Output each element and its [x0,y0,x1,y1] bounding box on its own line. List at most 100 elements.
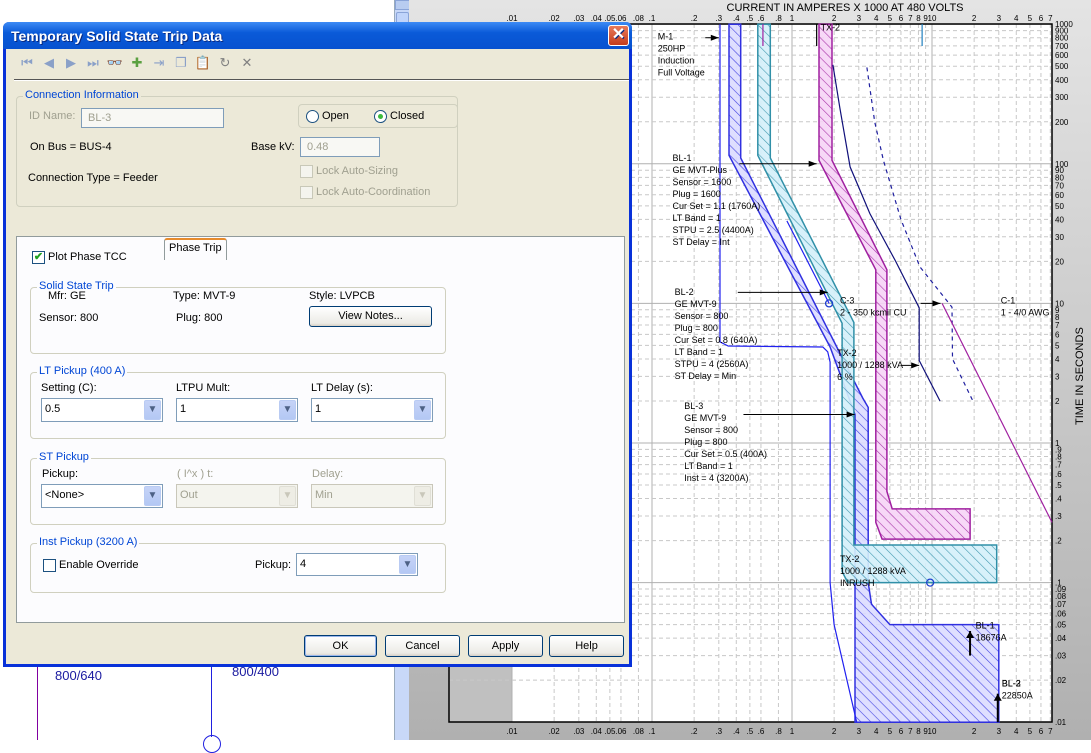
next-record-icon[interactable]: ▶ [62,54,80,72]
chevron-down-icon[interactable]: ▼ [144,486,161,506]
x-tick-label: .2 [691,14,698,23]
x-tick-label: .8 [775,727,782,736]
last-record-icon[interactable]: ⏭ [84,54,102,72]
curve-annotation: BL-3 [1002,679,1021,689]
x-tick-label: 5 [1028,727,1033,736]
previous-record-icon[interactable]: ◀ [40,54,58,72]
x-tick-label: 6 [1039,14,1044,23]
apply-button[interactable]: Apply [468,635,543,657]
dialog-title-bar[interactable]: Temporary Solid State Trip Data ✕ [3,22,632,49]
mfr-text: Mfr: GE [48,290,86,302]
st-pickup-label: Pickup: [42,468,79,480]
x-tick-label: .08 [633,727,645,736]
lock-auto-sizing-label: Lock Auto-Sizing [316,165,398,177]
curve-annotation: STPU = 2.5 (4400A) [672,225,753,235]
x-tick-label: 7 [908,727,913,736]
curve-annotation: C-1 [1001,295,1016,305]
close-icon: ✕ [611,26,626,43]
y-tick-label: .2 [1055,537,1062,546]
x-tick-label: 2 [972,14,977,23]
y-tick-label: 70 [1055,181,1064,190]
y-tick-label: .07 [1055,600,1067,609]
curve-annotation: Cur Set = 1.1 (1760A) [672,201,760,211]
x-tick-label: 1 [790,727,795,736]
x-tick-label: .6 [758,14,765,23]
lock-auto-sizing-checkbox[interactable] [300,165,313,178]
connection-type-text: Connection Type = Feeder [28,172,158,184]
undo-icon[interactable]: ↻ [216,54,234,72]
curve-annotation: 1000 / 1288 kVA [837,360,903,370]
y-tick-label: .6 [1055,470,1062,479]
x-tick-label: 6 [899,14,904,23]
curve-annotation: Induction [658,55,695,65]
add-icon[interactable]: ✚ [128,54,146,72]
delete-icon[interactable]: ✕ [238,54,256,72]
x-tick-label: 10 [928,14,937,23]
chevron-down-icon[interactable]: ▼ [399,555,416,574]
x-tick-label: 2 [832,727,837,736]
inst-pickup-select[interactable]: 4 ▼ [296,553,418,576]
lock-auto-coordination-checkbox[interactable] [300,186,313,199]
x-tick-label: .01 [506,727,518,736]
curve-annotation: 1 - 4/0 AWG [1001,307,1050,317]
curve-annotation: STPU = 4 (2560A) [675,359,749,369]
y-tick-label: 2 [1055,397,1060,406]
curve-annotation: Sensor = 800 [675,311,729,321]
view-notes-button[interactable]: View Notes... [309,306,432,327]
checkmark-icon: ✔ [33,251,44,263]
x-tick-label: .1 [649,14,656,23]
y-tick-label: .03 [1055,652,1067,661]
id-name-field[interactable]: BL-3 [81,108,224,128]
chevron-down-icon[interactable]: ▼ [144,400,161,420]
st-pickup-select[interactable]: <None> ▼ [41,484,163,508]
y-tick-label: .01 [1055,718,1067,727]
tab-phase-trip[interactable]: Phase Trip [164,238,227,260]
plot-phase-tcc-checkbox[interactable]: ✔ [32,251,45,264]
y-tick-label: 50 [1055,202,1064,211]
enable-override-checkbox[interactable] [43,559,56,572]
curve-annotation: Full Voltage [658,67,705,77]
curve-annotation: TX-2 [837,348,857,358]
chevron-down-icon[interactable]: ▼ [279,486,296,506]
x-tick-label: 7 [1048,14,1053,23]
closed-radio[interactable] [374,110,387,123]
type-text: Type: MVT-9 [173,290,236,302]
x-tick-label: .2 [691,727,698,736]
y-tick-label: .3 [1055,512,1062,521]
y-tick-label: 300 [1055,93,1069,102]
close-button[interactable]: ✕ [608,25,629,46]
open-radio[interactable] [306,110,319,123]
curve-annotation: BL-1 [672,153,691,163]
x-tick-label: 4 [874,14,879,23]
curve-annotation: GE MVT-9 [675,299,717,309]
ok-button[interactable]: OK [304,635,377,657]
chevron-down-icon[interactable]: ▼ [414,400,431,420]
ltpu-mult-select[interactable]: 1 ▼ [176,398,298,422]
x-tick-label: 1 [790,14,795,23]
dialog-title: Temporary Solid State Trip Data [11,28,223,44]
plug-text: Plug: 800 [176,312,223,324]
base-kv-field[interactable]: 0.48 [300,137,380,157]
first-record-icon[interactable]: ⏮ [18,54,36,72]
cancel-button[interactable]: Cancel [385,635,460,657]
lt-delay-select[interactable]: 1 ▼ [311,398,433,422]
y-tick-label: 30 [1055,233,1064,242]
copy-icon[interactable]: ❐ [172,54,190,72]
curve-annotation: 250HP [658,43,686,53]
lt-setting-select[interactable]: 0.5 ▼ [41,398,163,422]
chevron-down-icon[interactable]: ▼ [414,486,431,506]
insert-icon[interactable]: ⇥ [150,54,168,72]
lock-auto-coordination-label: Lock Auto-Coordination [316,186,431,198]
help-button[interactable]: Help [549,635,624,657]
lt-setting-label: Setting (C): [41,382,97,394]
st-ixt-select[interactable]: Out ▼ [176,484,298,508]
x-axis-title: CURRENT IN AMPERES X 1000 AT 480 VOLTS [727,2,964,14]
x-tick-label: 6 [899,727,904,736]
binoculars-find-icon[interactable]: 👓 [106,54,124,72]
x-tick-label: 4 [1014,727,1019,736]
chevron-down-icon[interactable]: ▼ [279,400,296,420]
y-tick-label: .05 [1055,621,1067,630]
paste-icon[interactable]: 📋 [194,54,212,72]
st-delay-label: Delay: [312,468,344,480]
st-delay-select[interactable]: Min ▼ [311,484,433,508]
